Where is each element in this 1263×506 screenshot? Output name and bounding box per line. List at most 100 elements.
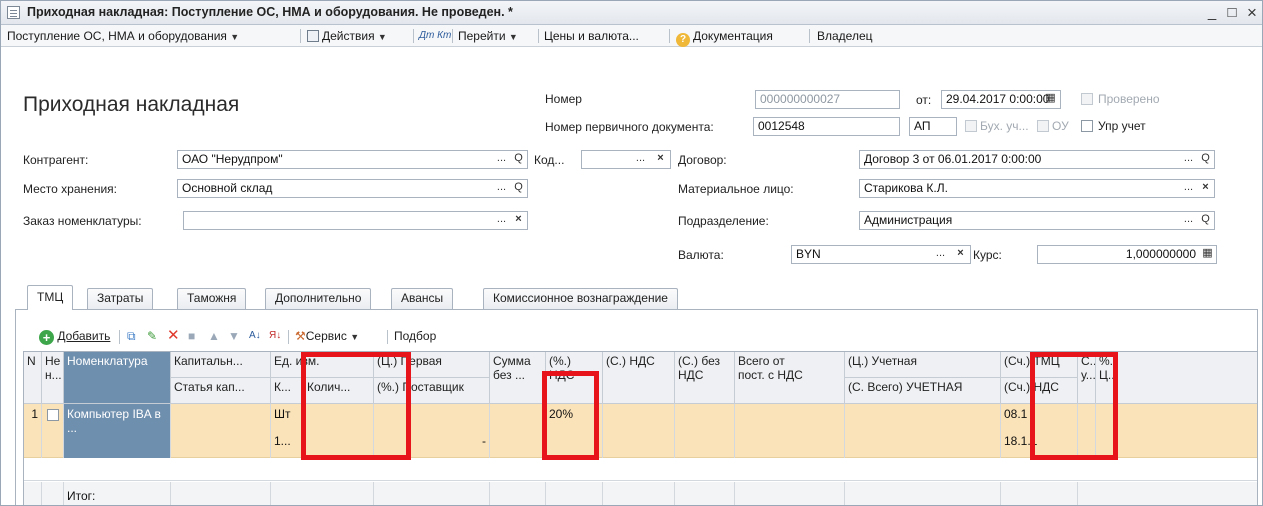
cell-sum[interactable]	[490, 404, 546, 458]
tab-customs[interactable]: Таможня	[177, 288, 247, 309]
copy-icon[interactable]: ⧉	[127, 327, 136, 345]
save-icon[interactable]: ■	[188, 327, 195, 345]
col-total-line1: Всего от	[738, 354, 785, 368]
sort-desc-icon[interactable]: Я↓	[269, 327, 281, 345]
cell-nomenclature[interactable]: Компьютер IBA в ...	[64, 404, 171, 458]
search-icon[interactable]: Q	[510, 179, 527, 198]
prices-currency-button[interactable]: Цены и валюта...	[544, 28, 639, 44]
col-sum[interactable]: Сумма без ...	[490, 352, 546, 404]
col-ne-line2: н...	[45, 368, 62, 382]
sort-asc-icon[interactable]: A↓	[249, 327, 261, 345]
counterparty-label: Контрагент:	[23, 153, 89, 167]
selection-button[interactable]: Подбор	[394, 327, 436, 345]
buh-label: Бух. уч...	[980, 119, 1029, 133]
order-label: Заказ номенклатуры:	[23, 214, 142, 228]
clear-icon[interactable]: ×	[952, 245, 969, 264]
mol-field[interactable]: Старикова К.Л.	[859, 179, 1215, 198]
col-sum-line2: без ...	[493, 368, 525, 382]
total-cell	[675, 482, 735, 505]
search-icon[interactable]: Q	[1197, 150, 1214, 169]
ap-field[interactable]: АП	[909, 117, 957, 136]
select-button[interactable]: ...	[1180, 179, 1197, 198]
dtkt-button[interactable]: Дт Кт	[419, 28, 451, 44]
currency-label: Валюта:	[678, 248, 724, 262]
col-total[interactable]: Всего от пост. с НДС	[735, 352, 845, 404]
select-button[interactable]: ...	[932, 245, 949, 264]
col-without-vat-line2: НДС	[678, 368, 704, 382]
storage-field[interactable]: Основной склад	[177, 179, 528, 198]
documentation-button[interactable]: ? Документация	[676, 28, 773, 47]
add-button[interactable]: + Добавить	[39, 327, 110, 345]
select-button[interactable]: ...	[632, 150, 649, 169]
col-vat-sum[interactable]: (С.) НДС	[603, 352, 675, 404]
minimize-button[interactable]: _	[1202, 3, 1222, 22]
maximize-button[interactable]: □	[1222, 3, 1242, 22]
checked-checkbox[interactable]	[1081, 93, 1093, 105]
upr-checkbox[interactable]	[1081, 120, 1093, 132]
select-button[interactable]: ...	[493, 150, 510, 169]
tab-additional[interactable]: Дополнительно	[265, 288, 372, 309]
select-button[interactable]: ...	[1180, 150, 1197, 169]
close-button[interactable]: ×	[1242, 3, 1262, 22]
number-field[interactable]: 000000000027	[755, 90, 900, 109]
search-icon[interactable]: Q	[510, 150, 527, 169]
cell-account-price[interactable]	[845, 404, 1001, 458]
not-post-checkbox[interactable]	[47, 409, 59, 421]
table-row[interactable]	[24, 459, 1257, 481]
col-ne-line1: Не	[45, 354, 61, 368]
calculator-icon[interactable]: ▦	[1199, 245, 1216, 264]
tab-tmc[interactable]: ТМЦ	[27, 285, 74, 310]
move-down-icon[interactable]: ▼	[228, 327, 240, 345]
total-cell	[171, 482, 271, 505]
cell-without-vat[interactable]	[675, 404, 735, 458]
cell-total[interactable]	[735, 404, 845, 458]
list-icon	[307, 30, 319, 42]
total-label: Итог:	[64, 482, 171, 505]
primary-doc-field[interactable]: 0012548	[753, 117, 900, 136]
clear-icon[interactable]: ×	[652, 150, 669, 169]
col-account-total[interactable]: (С. Всего) УЧЕТНАЯ	[845, 378, 1001, 404]
col-capital-article[interactable]: Статья кап...	[171, 378, 271, 404]
col-account-price[interactable]: (Ц.) Учетная	[845, 352, 1001, 378]
receipt-type-label: Поступление ОС, НМА и оборудования	[7, 29, 227, 43]
select-button[interactable]: ...	[493, 179, 510, 198]
col-capital[interactable]: Капитальн...	[171, 352, 271, 378]
counterparty-field[interactable]: ОАО "Нерудпром"	[177, 150, 528, 169]
rate-field[interactable]: 1,000000000	[1037, 245, 1217, 264]
select-button[interactable]: ...	[1180, 211, 1197, 230]
col-unit-k[interactable]: К...	[271, 378, 304, 404]
col-ne[interactable]: Не н...	[42, 352, 64, 404]
window-title: Приходная накладная: Поступление ОС, НМА…	[27, 5, 513, 19]
col-n[interactable]: N	[24, 352, 42, 404]
order-field[interactable]	[183, 211, 528, 230]
actions-menu[interactable]: Действия ▼	[307, 28, 387, 44]
owner-button[interactable]: Владелец	[817, 28, 873, 44]
delete-icon[interactable]: ✕	[167, 327, 180, 345]
clear-icon[interactable]: ×	[510, 211, 527, 230]
cell-unit-k[interactable]: 1...	[271, 431, 304, 458]
col-nomenclature[interactable]: Номенклатура	[64, 352, 171, 404]
calendar-icon[interactable]: ▦	[1042, 90, 1059, 109]
buh-checkbox[interactable]	[965, 120, 977, 132]
toolbar-separator	[387, 330, 388, 344]
col-without-vat[interactable]: (С.) без НДС	[675, 352, 735, 404]
division-field[interactable]: Администрация	[859, 211, 1215, 230]
ou-checkbox[interactable]	[1037, 120, 1049, 132]
tab-commission[interactable]: Комиссионное вознаграждение	[483, 288, 678, 309]
contract-field[interactable]: Договор 3 от 06.01.2017 0:00:00	[859, 150, 1215, 169]
goto-menu[interactable]: Перейти ▼	[458, 28, 518, 44]
cell-capital[interactable]	[171, 404, 271, 458]
search-icon[interactable]: Q	[1197, 211, 1214, 230]
receipt-type-menu[interactable]: Поступление ОС, НМА и оборудования ▼	[7, 28, 239, 44]
cell-vat-sum[interactable]	[603, 404, 675, 458]
tab-costs[interactable]: Затраты	[87, 288, 154, 309]
select-button[interactable]: ...	[493, 211, 510, 230]
col-more[interactable]	[1114, 352, 1257, 404]
edit-icon[interactable]: ✎	[147, 327, 157, 345]
tab-advances[interactable]: Авансы	[391, 288, 454, 309]
table-total-row: Итог:	[24, 482, 1257, 505]
service-menu[interactable]: ⚒Сервис ▼	[295, 327, 359, 345]
move-up-icon[interactable]: ▲	[208, 327, 220, 345]
col-total-line2: пост. с НДС	[738, 368, 803, 382]
clear-icon[interactable]: ×	[1197, 179, 1214, 198]
